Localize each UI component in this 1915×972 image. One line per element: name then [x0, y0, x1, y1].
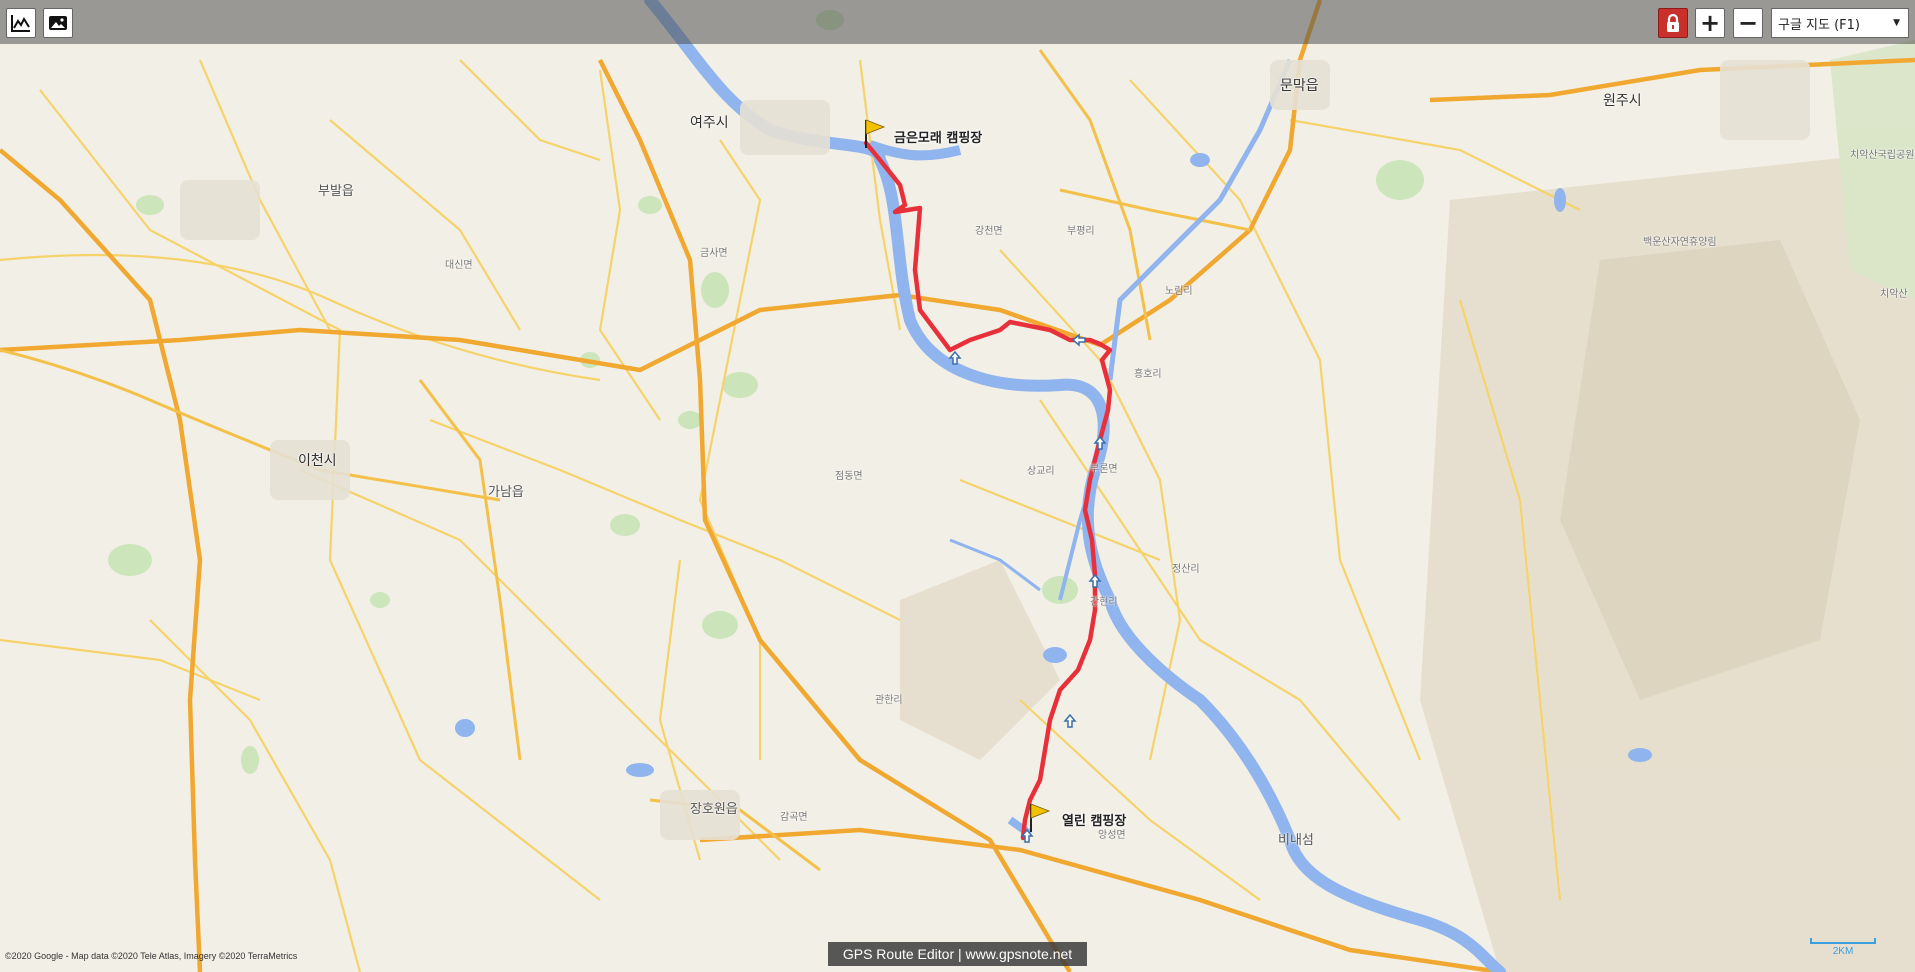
- place-label: 점동면: [835, 471, 863, 482]
- lock-icon: [1667, 13, 1679, 32]
- image-export-button[interactable]: [43, 8, 73, 38]
- place-label: 가남읍: [488, 485, 524, 500]
- place-label: 간현리: [1090, 597, 1118, 608]
- place-label: 강천면: [975, 226, 1003, 237]
- place-label: 문막읍: [1280, 78, 1319, 94]
- place-label: 원주시: [1603, 93, 1642, 109]
- end-point-label[interactable]: 열린 캠핑장: [1062, 810, 1126, 829]
- app-footer[interactable]: GPS Route Editor | www.gpsnote.net: [828, 942, 1087, 966]
- zoom-out-button[interactable]: −: [1733, 8, 1763, 38]
- place-label: 백운산자연휴양림: [1643, 237, 1717, 248]
- place-label: 관한리: [875, 695, 903, 706]
- place-label: 노림리: [1165, 286, 1193, 297]
- zoom-in-button[interactable]: +: [1695, 8, 1725, 38]
- place-label: 부발읍: [318, 184, 354, 199]
- place-label: 치악산: [1880, 289, 1908, 300]
- top-toolbar: + − 구글 지도 (F1) ▼: [0, 0, 1915, 44]
- place-label: 상교리: [1027, 466, 1055, 477]
- image-icon: [49, 16, 67, 30]
- place-label: 흥호리: [1134, 369, 1162, 380]
- place-label: 부평리: [1067, 226, 1095, 237]
- scale-bar-label: 2KM: [1832, 946, 1854, 957]
- place-label: 치악산국립공원: [1850, 150, 1915, 161]
- map-type-select[interactable]: 구글 지도 (F1) ▼: [1771, 8, 1909, 38]
- place-label: 여주시: [690, 115, 729, 131]
- place-label: 장호원읍: [690, 802, 738, 817]
- scale-bar-line: [1810, 938, 1876, 944]
- start-point-label[interactable]: 금은모래 캠핑장: [894, 127, 982, 146]
- elevation-chart-button[interactable]: [6, 8, 36, 38]
- place-label: 이천시: [298, 453, 337, 469]
- place-label: 대신면: [445, 260, 473, 271]
- lock-button[interactable]: [1658, 8, 1688, 38]
- place-label: 정산리: [1172, 564, 1200, 575]
- map-attribution: ©2020 Google - Map data ©2020 Tele Atlas…: [5, 951, 298, 961]
- place-label: 감곡면: [780, 812, 808, 823]
- place-label: 금사면: [700, 248, 728, 259]
- map-type-selected: 구글 지도 (F1): [1778, 17, 1860, 33]
- place-label: 비내섬: [1278, 833, 1314, 848]
- place-label: 부론면: [1090, 464, 1118, 475]
- caret-down-icon: ▼: [1893, 18, 1900, 28]
- plus-icon: +: [1699, 9, 1721, 37]
- minus-icon: −: [1737, 9, 1759, 37]
- chart-line-icon: [11, 15, 30, 32]
- scale-bar: 2KM: [1810, 938, 1876, 957]
